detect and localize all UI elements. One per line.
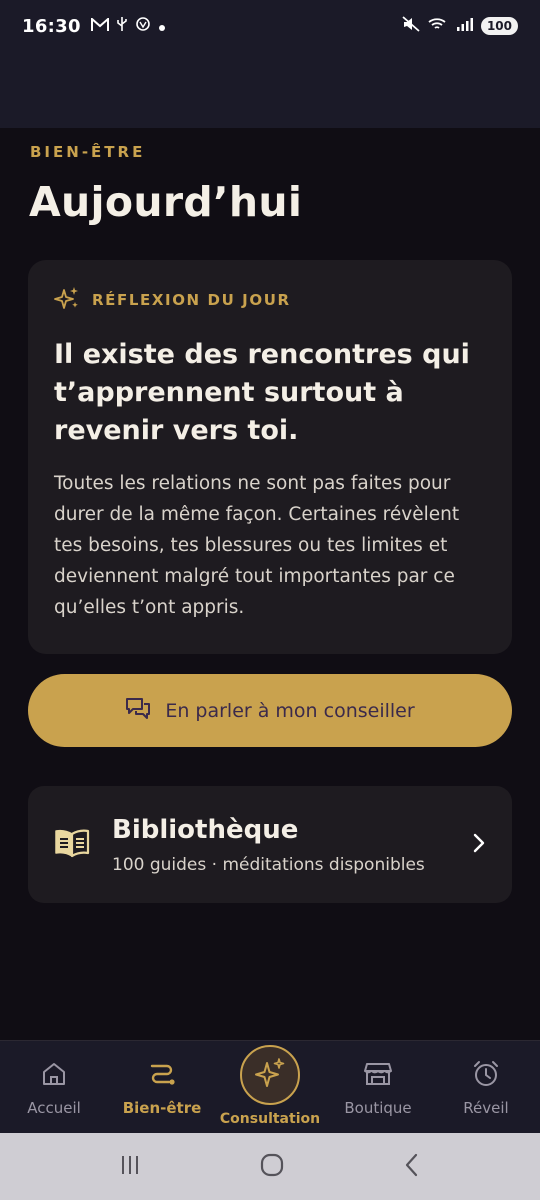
nav-item-accueil[interactable]: Accueil (0, 1041, 108, 1134)
card-kicker-label: RÉFLEXION DU JOUR (92, 291, 291, 309)
card-kicker: RÉFLEXION DU JOUR (54, 286, 486, 314)
library-subtitle: 100 guides · méditations disponibles (112, 854, 425, 875)
alarm-icon (471, 1059, 501, 1089)
gmail-icon (90, 16, 109, 36)
nav-label-consultation: Consultation (219, 1111, 321, 1127)
path-icon (147, 1059, 177, 1089)
sparkle-icon (54, 286, 80, 314)
home-button[interactable] (259, 1152, 285, 1182)
nav-item-bien-etre[interactable]: Bien-être (108, 1041, 216, 1134)
nav-item-boutique[interactable]: Boutique (324, 1041, 432, 1134)
back-button[interactable] (402, 1152, 422, 1182)
status-bar: 16:30 100 (0, 0, 540, 52)
recent-apps-button[interactable] (118, 1153, 142, 1181)
quote-title: Il existe des rencontres qui t’apprennen… (54, 339, 470, 446)
nav-item-consultation[interactable]: Consultation (215, 1041, 325, 1134)
bottom-nav: Accueil Bien-être Consultation Boutique … (0, 1040, 540, 1133)
library-text: Bibliothèque 100 guides · méditations di… (112, 815, 425, 875)
nav-label-reveil: Réveil (463, 1099, 509, 1117)
home-icon (40, 1059, 68, 1089)
usb-icon (116, 16, 128, 36)
status-time: 16:30 (22, 15, 81, 37)
library-card[interactable]: Bibliothèque 100 guides · méditations di… (28, 786, 512, 903)
nav-label-bien-etre: Bien-être (122, 1099, 202, 1117)
dot-icon (158, 17, 166, 36)
chevron-right-icon (472, 832, 486, 858)
book-icon (54, 828, 90, 862)
store-icon (363, 1059, 393, 1089)
quote-body: Toutes les relations ne sont pas faites … (54, 473, 460, 618)
battery-indicator: 100 (480, 17, 518, 35)
library-title: Bibliothèque (112, 814, 299, 845)
chatgpt-icon (135, 16, 151, 36)
status-notification-icons (90, 16, 166, 36)
signal-icon (456, 16, 474, 36)
nav-item-reveil[interactable]: Réveil (432, 1041, 540, 1134)
nav-label-boutique: Boutique (344, 1099, 412, 1117)
nav-label-accueil: Accueil (27, 1099, 81, 1117)
advisor-button-label: En parler à mon conseiller (165, 699, 415, 722)
sparkle-icon (253, 1057, 287, 1093)
page-title: Aujourd’hui (29, 178, 303, 226)
chat-icon (125, 697, 151, 725)
section-label: BIEN-ÊTRE (30, 143, 146, 161)
status-system-icons: 100 (402, 16, 518, 36)
mute-icon (402, 16, 420, 36)
system-nav-bar (0, 1133, 540, 1200)
consultation-circle (240, 1045, 300, 1105)
header-band (0, 52, 540, 128)
talk-to-advisor-button[interactable]: En parler à mon conseiller (28, 674, 512, 747)
wifi-icon (427, 16, 449, 36)
daily-reflection-card: RÉFLEXION DU JOUR Il existe des rencontr… (28, 260, 512, 654)
